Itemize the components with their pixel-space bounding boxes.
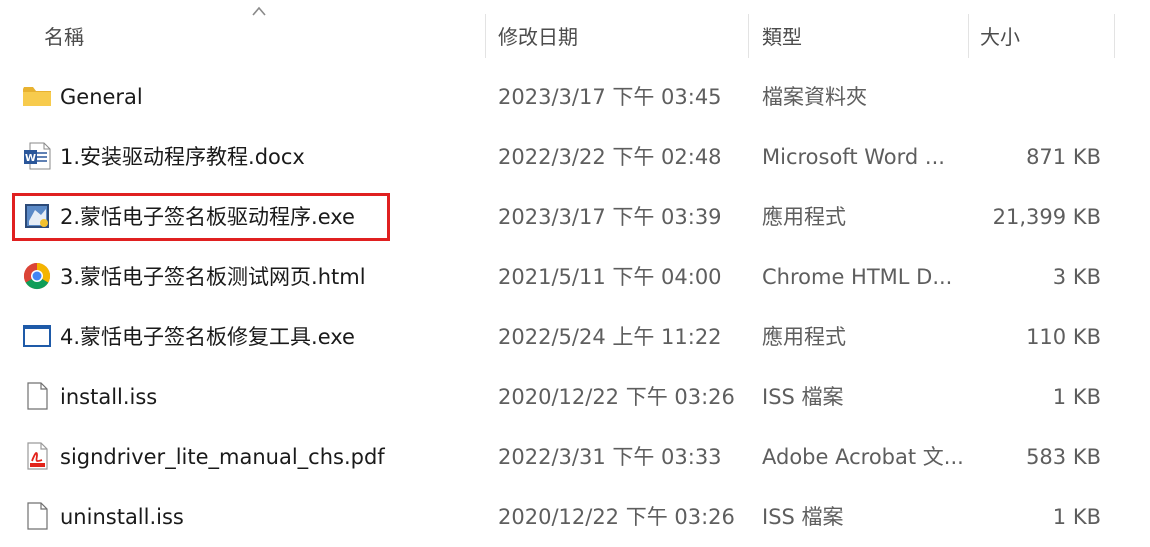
blank-file-icon [22, 501, 52, 531]
file-date-modified: 2023/3/17 下午 03:39 [498, 205, 722, 229]
column-header-type[interactable]: 類型 [762, 14, 967, 60]
file-name: 1.安装驱动程序教程.docx [60, 145, 305, 169]
file-type: ISS 檔案 [762, 385, 844, 409]
column-divider[interactable] [748, 14, 749, 58]
highlight-annotation-box [12, 193, 390, 241]
file-name: General [60, 85, 143, 109]
column-header-bar: 名稱 修改日期 類型 大小 [0, 0, 1150, 68]
file-type: Chrome HTML D... [762, 265, 953, 289]
blank-file-icon [22, 381, 52, 411]
file-row-general[interactable]: General 2023/3/17 下午 03:45 檔案資料夾 [0, 67, 1150, 127]
file-row-html[interactable]: 3.蒙恬电子签名板测试网页.html 2021/5/11 下午 04:00 Ch… [0, 247, 1150, 307]
column-header-name[interactable]: 名稱 [44, 14, 484, 60]
file-date-modified: 2020/12/22 下午 03:26 [498, 385, 735, 409]
file-type: 檔案資料夾 [762, 85, 867, 109]
svg-text:W: W [25, 153, 36, 164]
folder-icon [22, 81, 52, 111]
file-size: 110 KB [1026, 325, 1101, 349]
file-date-modified: 2020/12/22 下午 03:26 [498, 505, 735, 529]
file-size: 1 KB [1052, 505, 1101, 529]
column-divider[interactable] [1114, 14, 1115, 58]
file-type: ISS 檔案 [762, 505, 844, 529]
column-header-date-modified[interactable]: 修改日期 [498, 14, 746, 60]
file-size: 871 KB [1026, 145, 1101, 169]
file-type: 應用程式 [762, 205, 846, 229]
file-name: 4.蒙恬电子签名板修复工具.exe [60, 325, 355, 349]
file-name: uninstall.iss [60, 505, 184, 529]
file-type: Microsoft Word ... [762, 145, 945, 169]
file-name: install.iss [60, 385, 158, 409]
file-size: 583 KB [1026, 445, 1101, 469]
column-divider[interactable] [485, 14, 486, 58]
file-date-modified: 2023/3/17 下午 03:45 [498, 85, 722, 109]
file-name: signdriver_lite_manual_chs.pdf [60, 445, 385, 469]
file-size: 21,399 KB [992, 205, 1101, 229]
application-window-icon [22, 321, 52, 351]
file-size: 1 KB [1052, 385, 1101, 409]
file-date-modified: 2022/3/22 下午 02:48 [498, 145, 722, 169]
column-divider[interactable] [968, 14, 969, 58]
chrome-icon [22, 261, 52, 291]
file-name: 3.蒙恬电子签名板测试网页.html [60, 265, 366, 289]
column-header-size[interactable]: 大小 [980, 14, 1113, 60]
file-row-docx[interactable]: W 1.安装驱动程序教程.docx 2022/3/22 下午 02:48 Mic… [0, 127, 1150, 187]
pdf-icon [22, 441, 52, 471]
file-type: 應用程式 [762, 325, 846, 349]
file-size: 3 KB [1052, 265, 1101, 289]
file-row-install-iss[interactable]: install.iss 2020/12/22 下午 03:26 ISS 檔案 1… [0, 367, 1150, 427]
file-row-repair-exe[interactable]: 4.蒙恬电子签名板修复工具.exe 2022/5/24 上午 11:22 應用程… [0, 307, 1150, 367]
file-row-uninstall-iss[interactable]: uninstall.iss 2020/12/22 下午 03:26 ISS 檔案… [0, 487, 1150, 547]
file-size [975, 67, 1101, 127]
file-type: Adobe Acrobat 文... [762, 445, 962, 469]
file-date-modified: 2022/5/24 上午 11:22 [498, 325, 722, 349]
file-date-modified: 2021/5/11 下午 04:00 [498, 265, 722, 289]
file-row-pdf[interactable]: signdriver_lite_manual_chs.pdf 2022/3/31… [0, 427, 1150, 487]
word-document-icon: W [22, 141, 52, 171]
file-date-modified: 2022/3/31 下午 03:33 [498, 445, 722, 469]
